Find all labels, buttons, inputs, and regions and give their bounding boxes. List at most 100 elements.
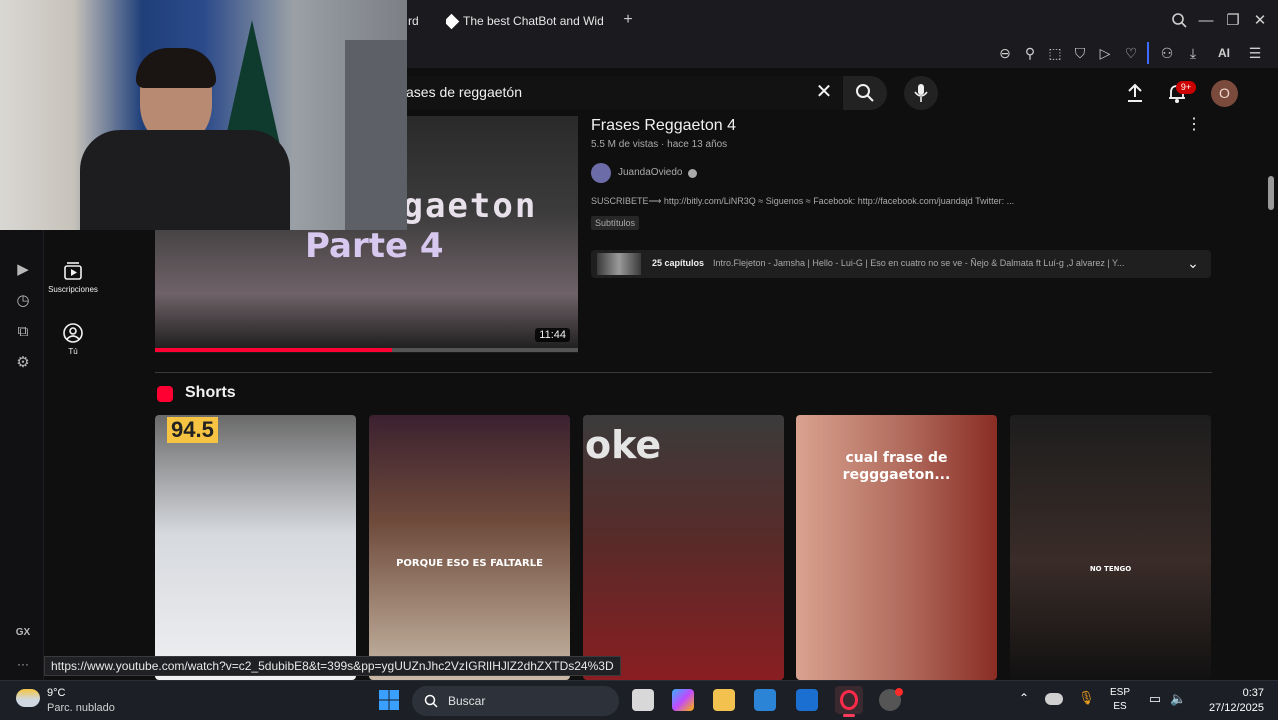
short-card[interactable]: PORQUE ESO ES FALTARLE bbox=[369, 415, 570, 680]
file-explorer-icon[interactable] bbox=[713, 689, 735, 711]
guide-subscriptions[interactable]: Suscripciones bbox=[44, 260, 102, 294]
heart-icon[interactable]: ♡ bbox=[1122, 44, 1140, 62]
chapters-bar[interactable]: 25 capítulos Intro.Flejeton - Jamsha | H… bbox=[591, 250, 1211, 278]
short-card[interactable]: oke bbox=[583, 415, 784, 680]
pin-icon[interactable]: ⚲ bbox=[1021, 44, 1039, 62]
close-window-icon[interactable]: ✕ bbox=[1251, 12, 1269, 30]
watch-progress-track bbox=[155, 348, 578, 352]
notification-count-badge: 9+ bbox=[1176, 81, 1196, 94]
weather-desc: Parc. nublado bbox=[47, 702, 115, 714]
upload-icon[interactable] bbox=[1124, 82, 1146, 104]
weather-cloud-icon bbox=[16, 689, 40, 707]
zoom-out-icon[interactable]: ⊖ bbox=[996, 44, 1014, 62]
shorts-icon bbox=[157, 386, 173, 402]
short-caption: oke bbox=[585, 423, 662, 467]
short-card[interactable]: 94.5 bbox=[155, 415, 356, 680]
channel-avatar[interactable] bbox=[591, 163, 611, 183]
search-button[interactable] bbox=[843, 76, 887, 110]
duration-badge: 11:44 bbox=[535, 328, 570, 342]
voice-search-button[interactable] bbox=[904, 76, 938, 110]
onedrive-icon[interactable] bbox=[1045, 693, 1063, 705]
toolbar-divider bbox=[1147, 42, 1149, 64]
app-notification-dot bbox=[895, 688, 903, 696]
play-icon[interactable]: ▷ bbox=[1096, 44, 1114, 62]
weather-temp: 9°C bbox=[47, 687, 66, 699]
search-input[interactable]: ases de reggaetón bbox=[406, 84, 522, 100]
shorts-heading: Shorts bbox=[185, 384, 236, 401]
person-body bbox=[80, 130, 290, 230]
video-options-icon[interactable]: ⋮ bbox=[1186, 114, 1202, 133]
task-view-icon[interactable] bbox=[632, 689, 654, 711]
thumbnail-part-text: Parte 4 bbox=[305, 226, 444, 266]
search-icon bbox=[424, 694, 438, 708]
minimize-icon[interactable]: — bbox=[1197, 12, 1215, 30]
outlook-icon[interactable] bbox=[796, 689, 818, 711]
door-frame bbox=[345, 40, 407, 230]
shield-icon[interactable]: ⛉ bbox=[1071, 44, 1089, 62]
opera-gx-icon[interactable] bbox=[835, 686, 863, 714]
tab-label: rd bbox=[408, 14, 419, 28]
webcam-overlay bbox=[0, 0, 407, 230]
language-indicator[interactable]: ESP ES bbox=[1103, 686, 1137, 716]
verified-icon bbox=[688, 169, 697, 178]
guide-you[interactable]: Tú bbox=[44, 322, 102, 356]
ai-button[interactable]: AI bbox=[1209, 44, 1239, 62]
windows-logo-icon bbox=[379, 690, 399, 710]
chapter-thumbnail bbox=[597, 253, 641, 275]
short-thumbnail-bg bbox=[155, 415, 356, 680]
weather-widget[interactable]: 9°C Parc. nublado bbox=[16, 685, 126, 717]
profile-icon[interactable]: ⚇ bbox=[1158, 44, 1176, 62]
copilot-icon[interactable] bbox=[672, 689, 694, 711]
snapshot-icon[interactable]: ⬚ bbox=[1046, 44, 1064, 62]
history-icon[interactable]: ◷ bbox=[13, 291, 33, 311]
show-hidden-icons[interactable]: ⌃ bbox=[1016, 691, 1032, 707]
new-tab-button[interactable]: + bbox=[620, 12, 636, 28]
start-button[interactable] bbox=[378, 689, 400, 711]
user-circle-icon bbox=[63, 323, 83, 343]
search-tabs-icon[interactable] bbox=[1170, 12, 1188, 30]
person-hair bbox=[136, 48, 216, 88]
short-thumbnail-bg bbox=[369, 415, 570, 680]
clear-search-icon[interactable]: ✕ bbox=[814, 82, 834, 102]
download-icon[interactable]: ⤓ bbox=[1184, 44, 1202, 62]
search-icon bbox=[856, 84, 874, 102]
short-card[interactable]: cual frase de regggaeton... bbox=[796, 415, 997, 680]
section-divider bbox=[155, 372, 1212, 373]
tab-chatbot[interactable]: The best ChatBot and Wid bbox=[446, 8, 606, 34]
microphone-icon[interactable]: 🎙 bbox=[1078, 690, 1095, 708]
chapters-text: Intro.Flejeton - Jamsha | Hello - Lui-G … bbox=[713, 258, 1125, 268]
chevron-down-icon[interactable]: ⌄ bbox=[1185, 255, 1201, 271]
video-meta: 5.5 M de vistas · hace 13 años bbox=[591, 139, 728, 150]
short-thumbnail-bg bbox=[1010, 415, 1211, 680]
store-icon[interactable] bbox=[754, 689, 776, 711]
network-icon[interactable]: ▭ bbox=[1147, 691, 1163, 707]
player-icon[interactable]: ▶ bbox=[13, 260, 33, 280]
gx-label[interactable]: GX bbox=[13, 623, 33, 643]
avatar[interactable]: O bbox=[1211, 80, 1238, 107]
volume-icon[interactable]: 🔈 bbox=[1170, 691, 1186, 707]
guide-label: Suscripciones bbox=[48, 285, 98, 294]
short-card[interactable]: NO TENGO bbox=[1010, 415, 1211, 680]
tab-previous[interactable]: rd bbox=[408, 8, 438, 34]
short-caption: NO TENGO bbox=[1089, 565, 1132, 573]
link-status-url: https://www.youtube.com/watch?v=c2_5dubi… bbox=[44, 656, 621, 676]
short-caption: 94.5 bbox=[167, 417, 218, 443]
taskbar-search-label: Buscar bbox=[448, 694, 486, 708]
video-title[interactable]: Frases Reggaeton 4 bbox=[591, 117, 736, 135]
clock[interactable]: 0:37 27/12/2025 bbox=[1200, 686, 1264, 716]
clock-time: 0:37 bbox=[1242, 687, 1264, 699]
settings-gear-icon[interactable]: ⚙ bbox=[13, 353, 33, 373]
taskbar-search[interactable]: Buscar bbox=[412, 686, 619, 716]
watch-progress-fill bbox=[155, 348, 392, 352]
chapters-count: 25 capítulos bbox=[652, 258, 705, 268]
extensions-icon[interactable]: ⧉ bbox=[13, 322, 33, 342]
more-icon[interactable]: ··· bbox=[13, 654, 33, 674]
language-secondary: ES bbox=[1113, 701, 1127, 712]
maximize-icon[interactable]: ❐ bbox=[1224, 12, 1242, 30]
menu-icon[interactable]: ☰ bbox=[1246, 44, 1264, 62]
page-scrollbar-thumb[interactable] bbox=[1268, 176, 1274, 210]
channel-name[interactable]: JuandaOviedo bbox=[618, 167, 683, 178]
guide-label: Tú bbox=[68, 347, 78, 356]
active-app-indicator bbox=[843, 714, 855, 717]
diamond-icon bbox=[446, 13, 460, 29]
